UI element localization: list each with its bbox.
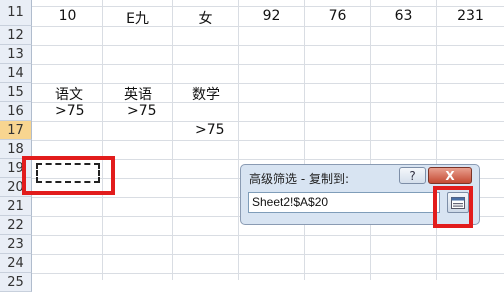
row-divider <box>32 45 504 46</box>
row-number: 25 <box>7 274 24 290</box>
row-number: 18 <box>7 141 24 157</box>
row-number: 12 <box>7 27 24 43</box>
cell-row11-col5[interactable]: 76 <box>305 8 370 24</box>
help-icon: ? <box>409 168 416 183</box>
criteria-header-chinese[interactable]: 语文 <box>55 84 83 104</box>
row-number: 23 <box>7 236 24 252</box>
row-divider <box>32 121 504 122</box>
row-divider <box>32 83 504 84</box>
criteria-header-english[interactable]: 英语 <box>124 84 152 104</box>
row-number: 13 <box>7 46 24 62</box>
row-divider <box>32 273 504 274</box>
cell-row11-col2[interactable]: E九 <box>103 8 172 28</box>
row-header-25[interactable]: 25 <box>0 273 32 292</box>
row-divider <box>32 102 504 103</box>
close-button[interactable]: X <box>428 167 472 184</box>
cell-row11-col7[interactable]: 231 <box>437 8 504 24</box>
criteria-value-math[interactable]: >75 <box>195 122 225 138</box>
row-header-15[interactable]: 15 <box>0 83 32 102</box>
help-button[interactable]: ? <box>399 167 426 184</box>
row-header-17[interactable]: 17 <box>0 121 32 140</box>
row-divider <box>32 140 504 141</box>
spreadsheet-grid[interactable]: 11 12 13 14 15 16 17 18 19 20 21 22 23 2… <box>0 0 504 292</box>
close-icon: X <box>445 168 455 183</box>
criteria-header-math[interactable]: 数学 <box>192 84 220 104</box>
reference-input[interactable]: Sheet2!$A$20 <box>248 192 440 213</box>
row-divider <box>32 235 504 236</box>
row-header-21[interactable]: 21 <box>0 197 32 216</box>
row-header-24[interactable]: 24 <box>0 254 32 273</box>
row-number: 11 <box>7 5 24 20</box>
row-number: 16 <box>7 103 24 119</box>
row-header-16[interactable]: 16 <box>0 102 32 121</box>
cell-row11-col1[interactable]: 10 <box>33 8 102 24</box>
row-divider <box>32 64 504 65</box>
row-header-22[interactable]: 22 <box>0 216 32 235</box>
row-number: 14 <box>7 65 24 81</box>
row-number: 24 <box>7 255 24 271</box>
row-number: 21 <box>7 198 24 214</box>
cell-row11-col3[interactable]: 女 <box>173 8 238 28</box>
row-number: 15 <box>7 84 24 100</box>
row-header-14[interactable]: 14 <box>0 64 32 83</box>
row-header-11[interactable]: 11 <box>0 0 32 26</box>
cell-row11-col6[interactable]: 63 <box>371 8 436 24</box>
highlight-box-expand-button <box>433 186 473 228</box>
highlight-box-destination-cell <box>22 156 115 195</box>
row-number: 22 <box>7 217 24 233</box>
row-header-12[interactable]: 12 <box>0 26 32 45</box>
cell-row11-col4[interactable]: 92 <box>239 8 304 24</box>
row-divider <box>32 254 504 255</box>
criteria-value-chinese[interactable]: >75 <box>55 103 85 119</box>
criteria-value-english[interactable]: >75 <box>127 103 157 119</box>
row-number: 17 <box>7 122 24 138</box>
row-divider <box>32 6 504 7</box>
row-header-23[interactable]: 23 <box>0 235 32 254</box>
dialog-title: 高级筛选 - 复制到: <box>249 172 350 186</box>
row-header-13[interactable]: 13 <box>0 45 32 64</box>
